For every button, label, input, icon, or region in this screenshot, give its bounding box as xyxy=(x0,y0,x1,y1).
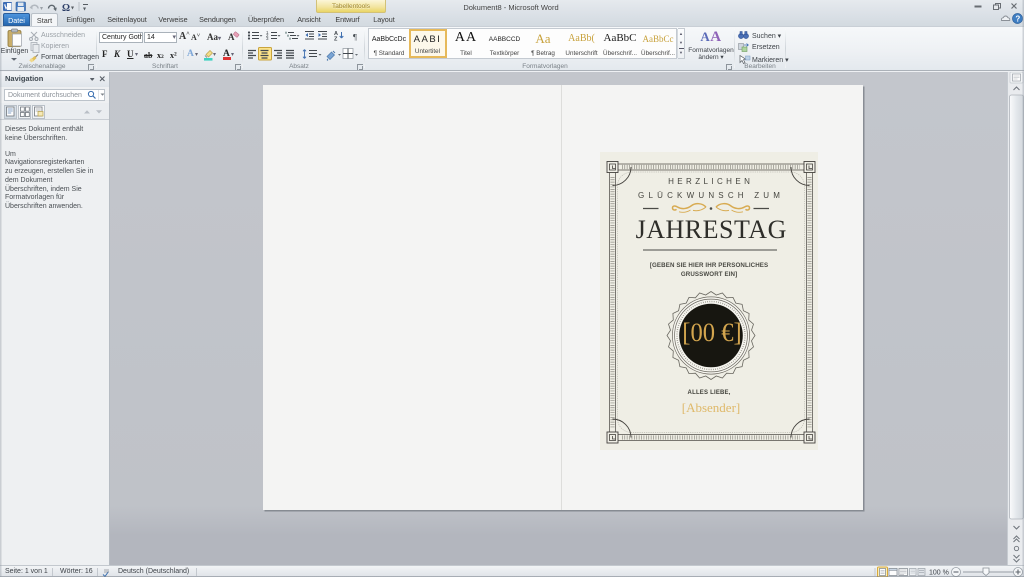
svg-text:Z: Z xyxy=(334,37,338,43)
svg-text:▾: ▾ xyxy=(71,6,74,12)
svg-text:3: 3 xyxy=(266,36,269,41)
svg-text:100 %: 100 % xyxy=(929,570,949,577)
svg-text:▾: ▾ xyxy=(40,6,43,12)
svg-text:W: W xyxy=(4,3,12,12)
svg-text:▾: ▾ xyxy=(83,7,86,13)
svg-text:¶: ¶ xyxy=(353,32,357,42)
